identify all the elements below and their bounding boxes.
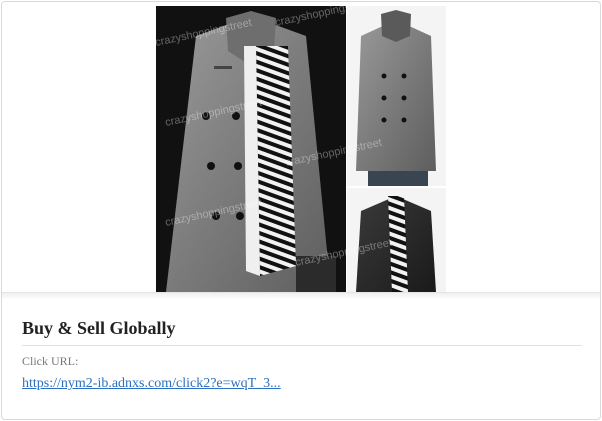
ad-card: crazyshoppingstreet crazyshoppingstreet … bbox=[1, 1, 601, 420]
click-url-link[interactable]: https://nym2-ib.adnxs.com/click2?e=wqT_3… bbox=[22, 376, 281, 392]
product-image[interactable]: crazyshoppingstreet crazyshoppingstreet … bbox=[156, 6, 446, 292]
click-url-label: Click URL: bbox=[22, 354, 79, 368]
image-area: crazyshoppingstreet crazyshoppingstreet … bbox=[2, 2, 600, 292]
ad-title: Buy & Sell Globally bbox=[22, 298, 582, 346]
ad-body: Buy & Sell Globally Click URL: https://n… bbox=[22, 298, 582, 392]
